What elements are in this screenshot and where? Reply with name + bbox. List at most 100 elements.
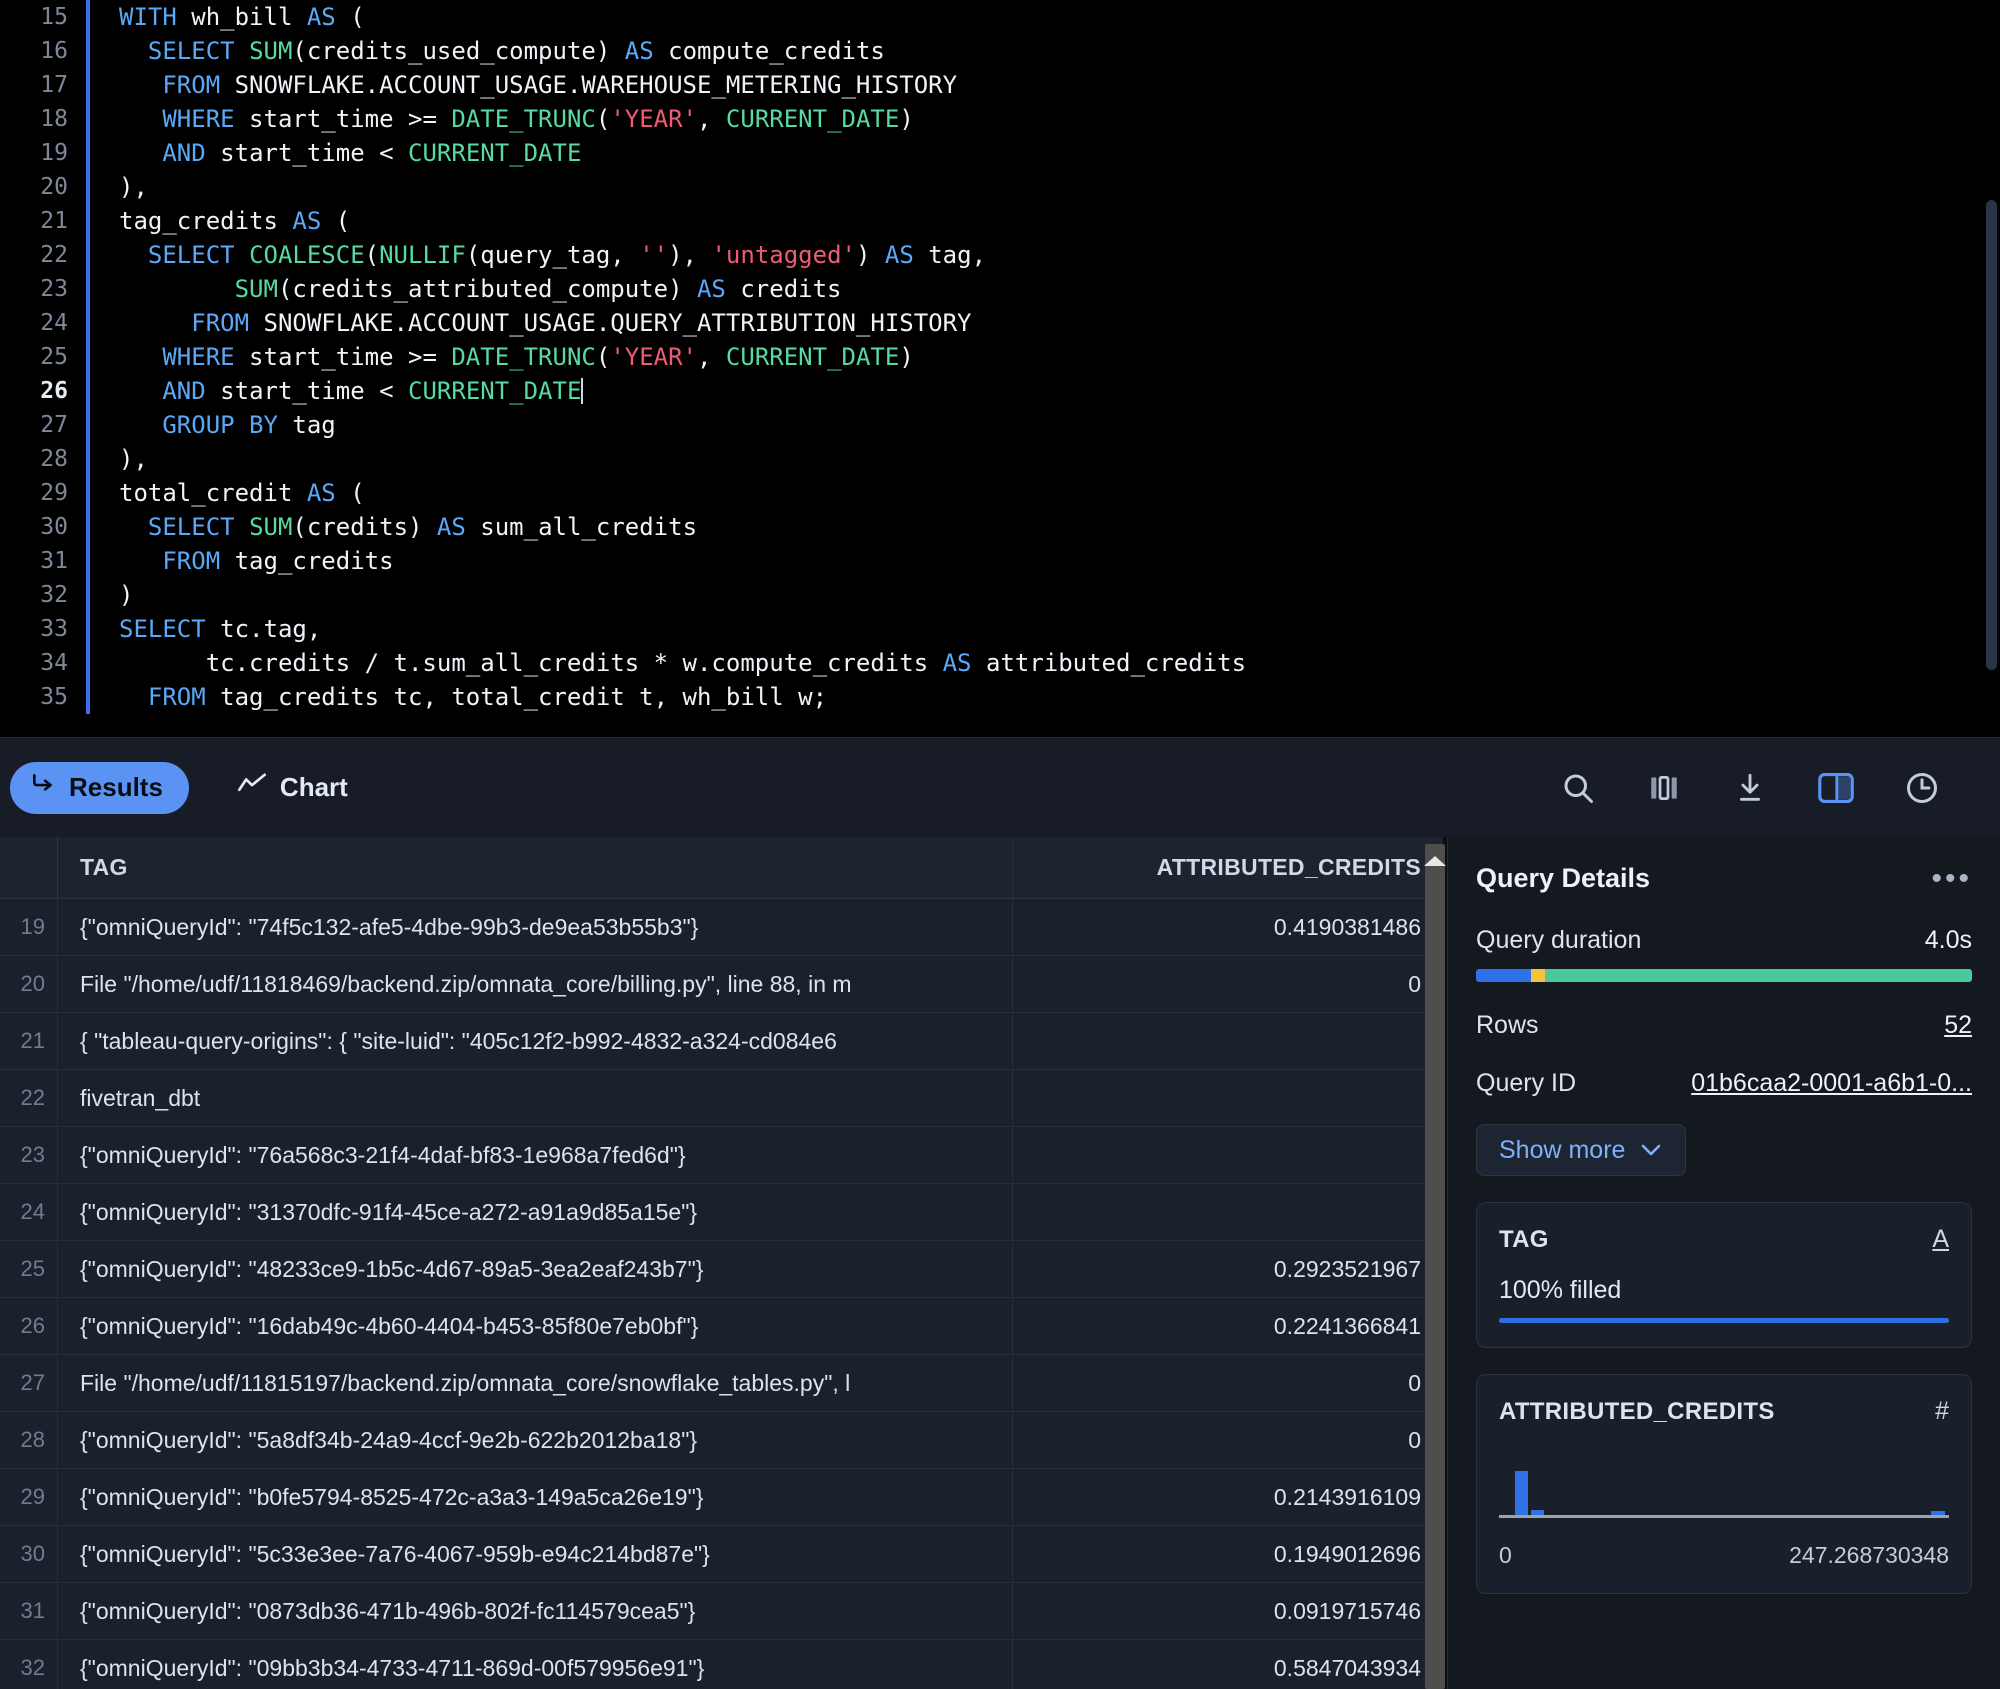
table-row[interactable]: 19 {"omniQueryId": "74f5c132-afe5-4dbe-99… [0, 899, 1443, 956]
cell-attributed-credits[interactable]: 0.2241366841 [1013, 1298, 1443, 1354]
code-lines[interactable]: 15 WITH wh_bill AS (16 SELECT SUM(credits… [0, 0, 2000, 714]
code-line[interactable]: 32) [0, 578, 2000, 612]
cell-attributed-credits[interactable]: 0.5847043934 [1013, 1640, 1443, 1689]
cell-attributed-credits[interactable] [1013, 1127, 1443, 1183]
table-row[interactable]: 22 fivetran_dbt [0, 1070, 1443, 1127]
code-line[interactable]: 27 GROUP BY tag [0, 408, 2000, 442]
search-icon[interactable] [1558, 768, 1598, 808]
cell-tag[interactable]: {"omniQueryId": "0873db36-471b-496b-802f… [58, 1583, 1013, 1639]
cell-attributed-credits[interactable] [1013, 1070, 1443, 1126]
table-row[interactable]: 28 {"omniQueryId": "5a8df34b-24a9-4ccf-9e… [0, 1412, 1443, 1469]
code-line[interactable]: 29 total_credit AS ( [0, 476, 2000, 510]
code-line[interactable]: 15 WITH wh_bill AS ( [0, 0, 2000, 34]
cell-attributed-credits[interactable]: 0.1949012696 [1013, 1526, 1443, 1582]
sql-editor[interactable]: 15 WITH wh_bill AS (16 SELECT SUM(credits… [0, 0, 2000, 737]
column-header-attributed-credits[interactable]: ATTRIBUTED_CREDITS [1013, 837, 1443, 898]
overflow-menu-icon[interactable]: ••• [1931, 863, 1972, 893]
table-row[interactable]: 20 File "/home/udf/11818469/backend.zip/… [0, 956, 1443, 1013]
code-line[interactable]: 28), [0, 442, 2000, 476]
cell-tag[interactable]: File "/home/udf/11815197/backend.zip/omn… [58, 1355, 1013, 1411]
show-more-button[interactable]: Show more [1476, 1124, 1687, 1176]
cell-tag[interactable]: {"omniQueryId": "74f5c132-afe5-4dbe-99b3… [58, 899, 1013, 955]
cell-attributed-credits[interactable] [1013, 1184, 1443, 1240]
code-text: total_credit AS ( [119, 479, 365, 507]
cell-attributed-credits[interactable]: 0.0919715746 [1013, 1583, 1443, 1639]
cell-attributed-credits[interactable] [1013, 1013, 1443, 1069]
tab-chart[interactable]: Chart [227, 762, 358, 814]
stat-card-credits-histogram [1499, 1460, 1949, 1538]
code-line[interactable]: 34 tc.credits / t.sum_all_credits * w.co… [0, 646, 2000, 680]
code-line[interactable]: 31 FROM tag_credits [0, 544, 2000, 578]
table-row[interactable]: 32 {"omniQueryId": "09bb3b34-4733-4711-86… [0, 1640, 1443, 1689]
cell-attributed-credits[interactable]: 0.4190381486 [1013, 899, 1443, 955]
results-grid[interactable]: TAG ATTRIBUTED_CREDITS 19 {"omniQueryId":… [0, 837, 1443, 1689]
code-line[interactable]: 17 FROM SNOWFLAKE.ACCOUNT_USAGE.WAREHOUS… [0, 68, 2000, 102]
table-row[interactable]: 25 {"omniQueryId": "48233ce9-1b5c-4d67-89… [0, 1241, 1443, 1298]
row-number: 28 [0, 1412, 58, 1468]
cell-attributed-credits[interactable]: 0.2923521967 [1013, 1241, 1443, 1297]
table-row[interactable]: 24 {"omniQueryId": "31370dfc-91f4-45ce-a2… [0, 1184, 1443, 1241]
table-row[interactable]: 27 File "/home/udf/11815197/backend.zip/… [0, 1355, 1443, 1412]
code-line[interactable]: 26 AND start_time < CURRENT_DATE [0, 374, 2000, 408]
code-text: WITH wh_bill AS ( [119, 3, 365, 31]
cell-tag[interactable]: {"omniQueryId": "09bb3b34-4733-4711-869d… [58, 1640, 1013, 1689]
table-row[interactable]: 29 {"omniQueryId": "b0fe5794-8525-472c-a3… [0, 1469, 1443, 1526]
code-line[interactable]: 20), [0, 170, 2000, 204]
cell-attributed-credits[interactable]: 0 [1013, 1355, 1443, 1411]
table-row[interactable]: 23 {"omniQueryId": "76a568c3-21f4-4daf-bf… [0, 1127, 1443, 1184]
code-line[interactable]: 24 FROM SNOWFLAKE.ACCOUNT_USAGE.QUERY_AT… [0, 306, 2000, 340]
code-line[interactable]: 16 SELECT SUM(credits_used_compute) AS c… [0, 34, 2000, 68]
cell-attributed-credits[interactable]: 0 [1013, 1412, 1443, 1468]
rows-value[interactable]: 52 [1944, 1011, 1972, 1040]
cell-tag[interactable]: {"omniQueryId": "b0fe5794-8525-472c-a3a3… [58, 1469, 1013, 1525]
table-row[interactable]: 21{ "tableau-query-origins": { "site-lui… [0, 1013, 1443, 1070]
cell-tag[interactable]: {"omniQueryId": "31370dfc-91f4-45ce-a272… [58, 1184, 1013, 1240]
cell-tag[interactable]: File "/home/udf/11818469/backend.zip/omn… [58, 956, 1013, 1012]
code-line[interactable]: 25 WHERE start_time >= DATE_TRUNC('YEAR'… [0, 340, 2000, 374]
column-header-tag[interactable]: TAG [58, 837, 1013, 898]
line-number: 34 [40, 650, 68, 676]
indent-guide [86, 442, 90, 476]
indent-guide [86, 578, 90, 612]
histogram-bar-2 [1931, 1511, 1945, 1515]
code-line[interactable]: 33 SELECT tc.tag, [0, 612, 2000, 646]
code-text: SELECT SUM(credits_used_compute) AS comp… [147, 37, 885, 65]
code-line[interactable]: 18 WHERE start_time >= DATE_TRUNC('YEAR'… [0, 102, 2000, 136]
cell-tag[interactable]: {"omniQueryId": "16dab49c-4b60-4404-b453… [58, 1298, 1013, 1354]
stat-card-credits-name: ATTRIBUTED_CREDITS [1499, 1397, 1775, 1425]
histogram-bar-0 [1514, 1471, 1529, 1515]
cell-tag[interactable]: fivetran_dbt [58, 1070, 1013, 1126]
cell-tag[interactable]: {"omniQueryId": "5a8df34b-24a9-4ccf-9e2b… [58, 1412, 1013, 1468]
cell-tag[interactable]: {"omniQueryId": "48233ce9-1b5c-4d67-89a5… [58, 1241, 1013, 1297]
code-line[interactable]: 19 AND start_time < CURRENT_DATE [0, 136, 2000, 170]
code-line[interactable]: 21 tag_credits AS ( [0, 204, 2000, 238]
columns-icon[interactable] [1644, 768, 1684, 808]
scroll-up-arrow-icon[interactable] [1424, 856, 1446, 866]
table-row[interactable]: 30 {"omniQueryId": "5c33e3ee-7a76-4067-95… [0, 1526, 1443, 1583]
code-text: tag_credits AS ( [119, 207, 351, 235]
code-line[interactable]: 22 SELECT COALESCE(NULLIF(query_tag, '')… [0, 238, 2000, 272]
code-line[interactable]: 35 FROM tag_credits tc, total_credit t, … [0, 680, 2000, 714]
query-id-value[interactable]: 01b6caa2-0001-a6b1-0... [1691, 1069, 1972, 1098]
cell-tag[interactable]: {"omniQueryId": "5c33e3ee-7a76-4067-959b… [58, 1526, 1013, 1582]
history-clock-icon[interactable] [1902, 768, 1942, 808]
grid-body[interactable]: 19 {"omniQueryId": "74f5c132-afe5-4dbe-99… [0, 899, 1443, 1689]
table-row[interactable]: 31 {"omniQueryId": "0873db36-471b-496b-80… [0, 1583, 1443, 1640]
return-arrow-icon [30, 771, 56, 804]
row-number: 29 [0, 1469, 58, 1525]
query-duration-row: Query duration 4.0s [1476, 926, 1972, 955]
cell-tag[interactable]: {"omniQueryId": "76a568c3-21f4-4daf-bf83… [58, 1127, 1013, 1183]
code-line[interactable]: 30 SELECT SUM(credits) AS sum_all_credit… [0, 510, 2000, 544]
cell-attributed-credits[interactable]: 0 [1013, 956, 1443, 1012]
cell-tag[interactable]: { "tableau-query-origins": { "site-luid"… [58, 1013, 1013, 1069]
editor-vertical-scrollbar[interactable] [1986, 200, 1997, 670]
duration-segment-1 [1530, 969, 1546, 982]
grid-vertical-scrollbar[interactable] [1424, 844, 1446, 1689]
download-icon[interactable] [1730, 768, 1770, 808]
table-row[interactable]: 26 {"omniQueryId": "16dab49c-4b60-4404-b4… [0, 1298, 1443, 1355]
cell-attributed-credits[interactable]: 0.2143916109 [1013, 1469, 1443, 1525]
row-number: 19 [0, 899, 58, 955]
tab-results[interactable]: Results [10, 761, 189, 814]
code-line[interactable]: 23 SUM(credits_attributed_compute) AS cr… [0, 272, 2000, 306]
split-panel-icon[interactable] [1816, 768, 1856, 808]
